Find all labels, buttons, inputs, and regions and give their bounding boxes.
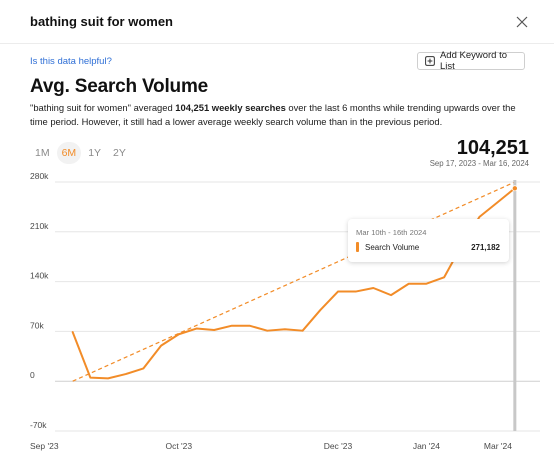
chart-tooltip: Mar 10th - 16th 2024 Search Volume 271,1… — [348, 219, 509, 262]
y-tick-label: 70k — [30, 320, 44, 330]
tooltip-label: Search Volume — [365, 243, 420, 252]
tooltip-value: 271,182 — [471, 243, 500, 252]
y-tick-label: 0 — [30, 370, 35, 380]
add-keyword-label: Add Keyword to List — [439, 50, 508, 72]
x-tick-label: Sep '23 — [30, 441, 59, 451]
tab-1y[interactable]: 1Y — [83, 142, 106, 164]
data-point-highlighted[interactable] — [511, 185, 518, 192]
summary-part-1: "bathing suit for women" averaged — [30, 102, 176, 113]
x-tick-label: Mar '24 — [484, 441, 512, 451]
close-button[interactable] — [508, 8, 536, 36]
modal-header: bathing suit for women — [0, 0, 554, 44]
series-line-search-volume — [71, 187, 516, 380]
range-tabs: 1M 6M 1Y 2Y — [30, 141, 131, 165]
summary-bold: 104,251 weekly searches — [175, 102, 286, 113]
y-axis-labels: -70k 0 70k 140k 210k 280k — [30, 171, 49, 430]
avg-search-volume-value: 104,251 — [456, 137, 529, 159]
x-tick-label: Jan '24 — [413, 441, 440, 451]
tab-1m[interactable]: 1M — [30, 142, 55, 164]
tab-6m[interactable]: 6M — [56, 142, 82, 164]
date-range: Sep 17, 2023 - Mar 16, 2024 — [429, 159, 529, 168]
y-tick-label: 140k — [30, 271, 49, 281]
add-keyword-button[interactable]: Add Keyword to List — [417, 50, 525, 72]
x-tick-label: Oct '23 — [165, 441, 192, 451]
data-helpful-link[interactable]: Is this data helpful? — [30, 56, 112, 67]
search-volume-chart[interactable]: -70k 0 70k 140k 210k 280k Sep '23 Oct '23 Dec '… — [0, 170, 554, 474]
tooltip-swatch — [356, 242, 359, 252]
modal-title: bathing suit for women — [30, 14, 173, 29]
close-icon — [516, 16, 528, 28]
summary-text: "bathing suit for women" averaged 104,25… — [30, 101, 530, 128]
y-tick-label: 280k — [30, 171, 49, 181]
section-title: Avg. Search Volume — [30, 76, 209, 97]
x-tick-label: Dec '23 — [324, 441, 353, 451]
tooltip-date: Mar 10th - 16th 2024 — [356, 228, 427, 237]
tab-2y[interactable]: 2Y — [108, 142, 131, 164]
y-tick-label: 210k — [30, 221, 49, 231]
y-tick-label: -70k — [30, 420, 47, 430]
plus-square-icon — [425, 56, 435, 66]
x-axis-labels: Sep '23 Oct '23 Dec '23 Jan '24 Mar '24 — [30, 441, 512, 451]
